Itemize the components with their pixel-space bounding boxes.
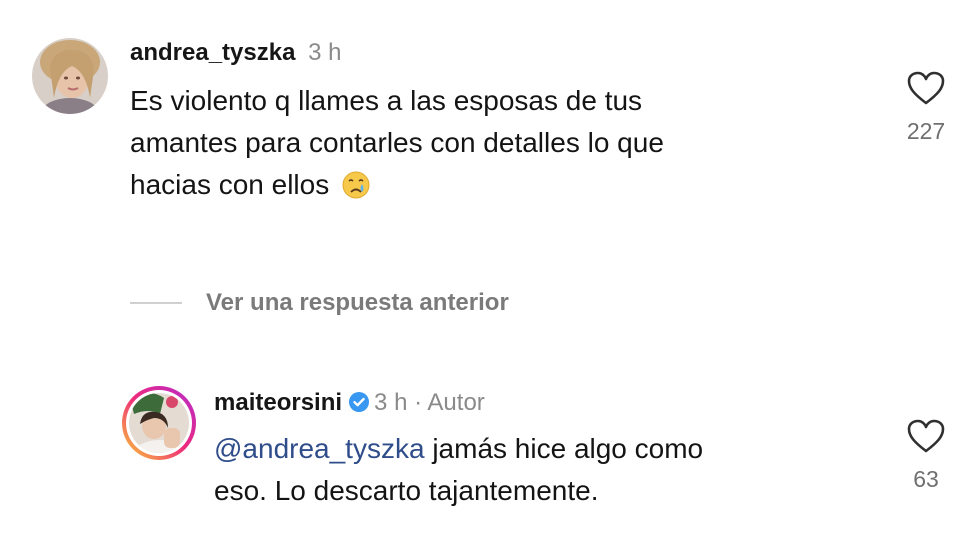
comment-andrea: andrea_tyszka 3 h Es violento q llames a… — [0, 0, 966, 260]
comment-text-line: amantes para contarles con detalles lo q… — [130, 127, 664, 158]
comment-text-line: hacias con ellos — [130, 164, 664, 212]
comment-text-fragment: hacias con ellos — [130, 169, 330, 200]
heart-icon[interactable] — [906, 71, 946, 110]
comment-header: andrea_tyszka 3 h — [130, 38, 341, 68]
divider — [130, 302, 182, 304]
profile-photo-maiteorsini — [122, 386, 196, 460]
view-replies-label[interactable]: Ver una respuesta anterior — [206, 289, 509, 317]
comment-text: Es violento q llames a las esposas de tu… — [130, 80, 664, 212]
like-count: 63 — [913, 466, 939, 492]
comment-text-line: eso. Lo descarto tajantemente. — [214, 475, 599, 506]
comment-header: maiteorsini 3 h · Autor — [214, 388, 485, 421]
avatar[interactable] — [32, 38, 108, 114]
comment-text: @andrea_tyszka jamás hice algo como eso.… — [214, 428, 703, 512]
username[interactable]: maiteorsini — [214, 389, 342, 416]
comment-reply-maiteorsini: maiteorsini 3 h · Autor @andrea_tyszka ja… — [0, 370, 966, 530]
crying-face-icon — [341, 170, 371, 212]
profile-photo-andrea — [32, 38, 108, 114]
mention-link[interactable]: @andrea_tyszka — [214, 433, 425, 464]
timestamp: 3 h — [308, 39, 342, 66]
username[interactable]: andrea_tyszka — [130, 39, 295, 66]
like-area: 227 — [896, 70, 956, 145]
heart-icon[interactable] — [906, 419, 946, 458]
verified-badge-icon — [348, 391, 370, 421]
timestamp: 3 h · Autor — [374, 389, 485, 416]
like-count: 227 — [906, 118, 946, 144]
comment-text-line: Es violento q llames a las esposas de tu… — [130, 85, 643, 116]
avatar[interactable] — [120, 384, 198, 462]
comment-text-fragment: jamás hice algo como — [424, 433, 704, 464]
view-replies-toggle[interactable]: Ver una respuesta anterior — [130, 283, 509, 323]
comment-text-line: @andrea_tyszka jamás hice algo como — [214, 428, 703, 470]
like-area: 63 — [896, 418, 956, 493]
